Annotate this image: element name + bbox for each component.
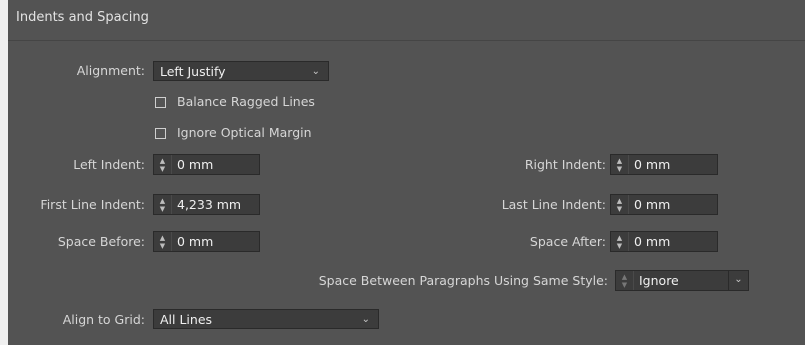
align-to-grid-dropdown[interactable]: All Lines ⌄ xyxy=(153,309,379,329)
last-line-indent-label: Last Line Indent: xyxy=(501,197,606,212)
last-line-indent-field[interactable]: ▲ ▼ 0 mm xyxy=(610,194,718,215)
alignment-label: Alignment: xyxy=(76,63,145,78)
balance-ragged-lines-checkbox[interactable] xyxy=(155,97,166,108)
space-between-paragraphs-label: Space Between Paragraphs Using Same Styl… xyxy=(318,273,608,288)
left-indent-field[interactable]: ▲ ▼ 0 mm xyxy=(153,154,260,175)
section-header: Indents and Spacing xyxy=(8,0,805,41)
space-after-field[interactable]: ▲ ▼ 0 mm xyxy=(610,231,718,252)
section-title: Indents and Spacing xyxy=(16,10,149,25)
stepper-arrows-icon[interactable]: ▲ ▼ xyxy=(611,195,629,214)
right-indent-label: Right Indent: xyxy=(524,157,606,172)
align-to-grid-value: All Lines xyxy=(160,312,213,327)
first-line-indent-field[interactable]: ▲ ▼ 4,233 mm xyxy=(153,194,260,215)
balance-ragged-lines-label[interactable]: Balance Ragged Lines xyxy=(177,93,315,111)
right-indent-value: 0 mm xyxy=(634,157,671,172)
space-after-label: Space After: xyxy=(529,234,606,249)
chevron-down-icon: ⌄ xyxy=(311,66,320,77)
right-indent-field[interactable]: ▲ ▼ 0 mm xyxy=(610,154,718,175)
space-before-value: 0 mm xyxy=(177,234,214,249)
left-indent-label: Left Indent: xyxy=(73,157,145,172)
first-line-indent-label: First Line Indent: xyxy=(40,197,145,212)
ignore-optical-margin-checkbox[interactable] xyxy=(155,128,166,139)
stepper-arrows-icon[interactable]: ▲ ▼ xyxy=(154,155,172,174)
stepper-arrows-icon[interactable]: ▲ ▼ xyxy=(154,195,172,214)
stepper-arrows-icon[interactable]: ▲ ▼ xyxy=(154,232,172,251)
chevron-down-icon: ⌄ xyxy=(361,314,370,325)
space-before-label: Space Before: xyxy=(57,234,145,249)
space-after-value: 0 mm xyxy=(634,234,671,249)
space-before-field[interactable]: ▲ ▼ 0 mm xyxy=(153,231,260,252)
stepper-arrows-icon[interactable]: ▲ ▼ xyxy=(611,155,629,174)
first-line-indent-value: 4,233 mm xyxy=(177,197,242,212)
indents-and-spacing-panel: Indents and Spacing Alignment: Left Just… xyxy=(8,0,805,345)
alignment-dropdown[interactable]: Left Justify ⌄ xyxy=(153,61,329,81)
ignore-optical-margin-label[interactable]: Ignore Optical Margin xyxy=(177,124,312,142)
stepper-arrows-icon[interactable]: ▲ ▼ xyxy=(611,232,629,251)
align-to-grid-label: Align to Grid: xyxy=(62,312,145,327)
space-between-paragraphs-combo[interactable]: ▲ ▼ Ignore ⌄ xyxy=(615,270,749,291)
left-indent-value: 0 mm xyxy=(177,157,214,172)
last-line-indent-value: 0 mm xyxy=(634,197,671,212)
space-between-paragraphs-value: Ignore xyxy=(639,273,679,288)
chevron-down-icon[interactable]: ⌄ xyxy=(728,271,748,290)
alignment-value: Left Justify xyxy=(160,64,226,79)
stepper-arrows-icon[interactable]: ▲ ▼ xyxy=(616,271,634,290)
